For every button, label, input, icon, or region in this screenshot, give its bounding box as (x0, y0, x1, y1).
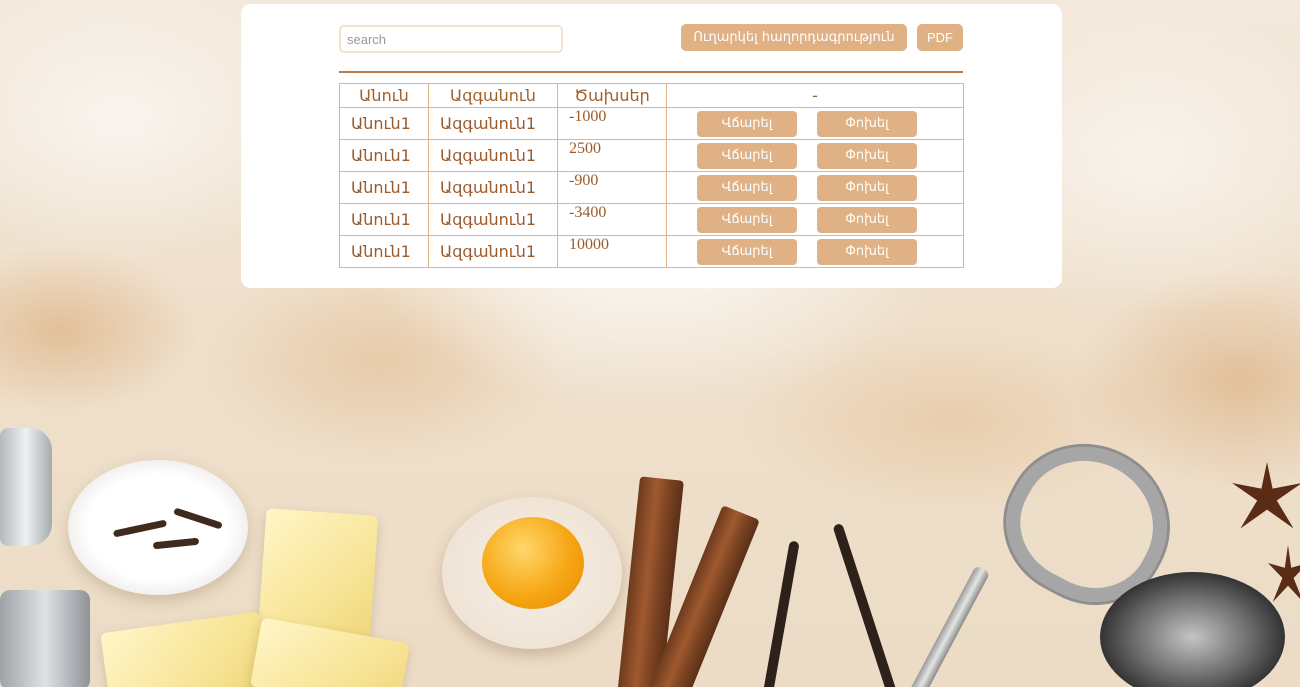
vanilla-pod-image (760, 540, 800, 687)
cell-name: Անուն1 (339, 139, 429, 172)
cell-name: Անուն1 (339, 107, 429, 140)
cell-expense: -900 (557, 171, 667, 204)
cell-name: Անուն1 (339, 203, 429, 236)
cookie-cutter-image (0, 428, 52, 546)
star-anise-image (1232, 462, 1300, 529)
pdf-button[interactable]: PDF (917, 24, 963, 51)
cell-name: Անուն1 (339, 235, 429, 268)
edit-button[interactable]: Փոխել (817, 175, 917, 201)
cell-surname: Ազգանուն1 (428, 203, 558, 236)
clove-image (112, 519, 168, 538)
search-input[interactable] (339, 25, 563, 53)
butter-image (100, 611, 270, 687)
edit-button[interactable]: Փոխել (817, 239, 917, 265)
vanilla-pod-image (832, 522, 898, 687)
pay-button[interactable]: Վճարել (697, 111, 797, 137)
pay-button[interactable]: Վճարել (697, 207, 797, 233)
divider (339, 71, 963, 73)
baking-tin-image (0, 590, 90, 687)
edit-button[interactable]: Փոխել (817, 207, 917, 233)
table-row: Անուն1 Ազգանուն1 -900 Վճարել Փոխել (339, 171, 964, 204)
cell-actions: Վճարել Փոխել (666, 107, 964, 140)
whisk-handle-image (905, 565, 991, 687)
column-header-surname: Ազգանուն (428, 83, 558, 108)
table-row: Անուն1 Ազգանուն1 -3400 Վճարել Փոխել (339, 203, 964, 236)
cell-surname: Ազգանուն1 (428, 139, 558, 172)
cloves-cup-image (68, 460, 248, 595)
edit-button[interactable]: Փոխել (817, 143, 917, 169)
table-row: Անուն1 Ազգանուն1 -1000 Վճարել Փոխել (339, 107, 964, 140)
column-header-actions: - (666, 83, 964, 108)
column-header-name: Անուն (339, 83, 429, 108)
star-anise-image (1268, 545, 1300, 602)
clove-image (173, 507, 223, 530)
expenses-table: Անուն Ազգանուն Ծախսեր - Անուն1 Ազգանուն1… (339, 83, 964, 268)
egg-image (442, 497, 622, 649)
pay-button[interactable]: Վճարել (697, 143, 797, 169)
table-row: Անուն1 Ազգանուն1 10000 Վճարել Փոխել (339, 235, 964, 268)
cell-actions: Վճարել Փոխել (666, 171, 964, 204)
table-header-row: Անուն Ազգանուն Ծախսեր - (339, 83, 964, 108)
egg-yolk-image (482, 517, 584, 609)
cell-actions: Վճարել Փոխել (666, 139, 964, 172)
edit-button[interactable]: Փոխել (817, 111, 917, 137)
cell-expense: 2500 (557, 139, 667, 172)
cell-actions: Վճարել Փոխել (666, 203, 964, 236)
cell-actions: Վճարել Փոխել (666, 235, 964, 268)
cell-surname: Ազգանուն1 (428, 171, 558, 204)
cell-surname: Ազգանուն1 (428, 235, 558, 268)
cell-expense: -3400 (557, 203, 667, 236)
cell-expense: -1000 (557, 107, 667, 140)
table-row: Անուն1 Ազգանուն1 2500 Վճարել Փոխել (339, 139, 964, 172)
main-card: Ուղարկել հաղորդագրություն PDF Անուն Ազգա… (241, 4, 1062, 288)
clove-image (152, 537, 200, 550)
cell-surname: Ազգանուն1 (428, 107, 558, 140)
column-header-expenses: Ծախսեր (557, 83, 667, 108)
pay-button[interactable]: Վճարել (697, 239, 797, 265)
send-message-button[interactable]: Ուղարկել հաղորդագրություն (681, 24, 907, 51)
measuring-cups-image (1100, 572, 1285, 687)
cell-expense: 10000 (557, 235, 667, 268)
pay-button[interactable]: Վճարել (697, 175, 797, 201)
cell-name: Անուն1 (339, 171, 429, 204)
